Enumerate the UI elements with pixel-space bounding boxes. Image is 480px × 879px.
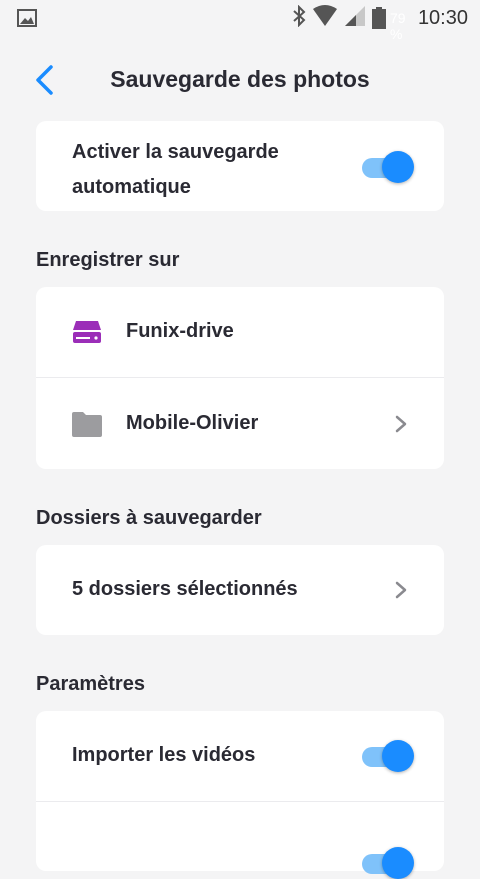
drive-icon	[72, 319, 102, 345]
signal-icon	[344, 5, 366, 32]
battery-percent: 79 %	[389, 10, 406, 42]
setting-item-second	[36, 802, 444, 879]
gallery-notification-icon	[17, 9, 37, 32]
auto-backup-label-line1: Activer la sauvegarde	[72, 141, 279, 163]
chevron-right-icon	[394, 580, 408, 600]
save-to-section-title: Enregistrer sur	[36, 249, 180, 271]
storage-item-mobile-olivier[interactable]: Mobile-Olivier	[36, 378, 444, 469]
wifi-icon	[312, 4, 338, 32]
folders-card[interactable]: 5 dossiers sélectionnés	[36, 545, 444, 635]
setting-item-import-videos: Importer les vidéos	[36, 711, 444, 801]
setting-item-label: Importer les vidéos	[72, 744, 256, 766]
page-title: Sauvegarde des photos	[110, 66, 370, 92]
storage-item-funix-drive[interactable]: Funix-drive	[36, 287, 444, 377]
storage-item-label: Mobile-Olivier	[126, 412, 259, 434]
battery-icon: 79 %	[371, 7, 412, 42]
folders-section-title: Dossiers à sauvegarder	[36, 507, 262, 529]
save-to-card: Funix-drive Mobile-Olivier	[36, 287, 444, 469]
status-bar: 79 % 10:30	[0, 0, 480, 42]
clock: 10:30	[417, 6, 468, 29]
settings-card: Importer les vidéos	[36, 711, 444, 879]
auto-backup-label-line2: automatique	[72, 176, 191, 198]
folder-icon	[72, 411, 102, 437]
settings-section-title: Paramètres	[36, 673, 145, 695]
storage-item-label: Funix-drive	[126, 320, 234, 342]
auto-backup-label: Activer la sauvegarde automatique	[72, 135, 279, 205]
second-setting-toggle[interactable]	[362, 847, 414, 879]
auto-backup-toggle[interactable]	[362, 151, 414, 183]
selected-folders-label: 5 dossiers sélectionnés	[72, 578, 298, 600]
import-videos-toggle[interactable]	[362, 740, 414, 772]
chevron-right-icon	[394, 414, 408, 434]
bluetooth-icon	[292, 4, 306, 32]
app-header: Sauvegarde des photos	[0, 50, 480, 110]
auto-backup-card: Activer la sauvegarde automatique	[36, 121, 444, 211]
